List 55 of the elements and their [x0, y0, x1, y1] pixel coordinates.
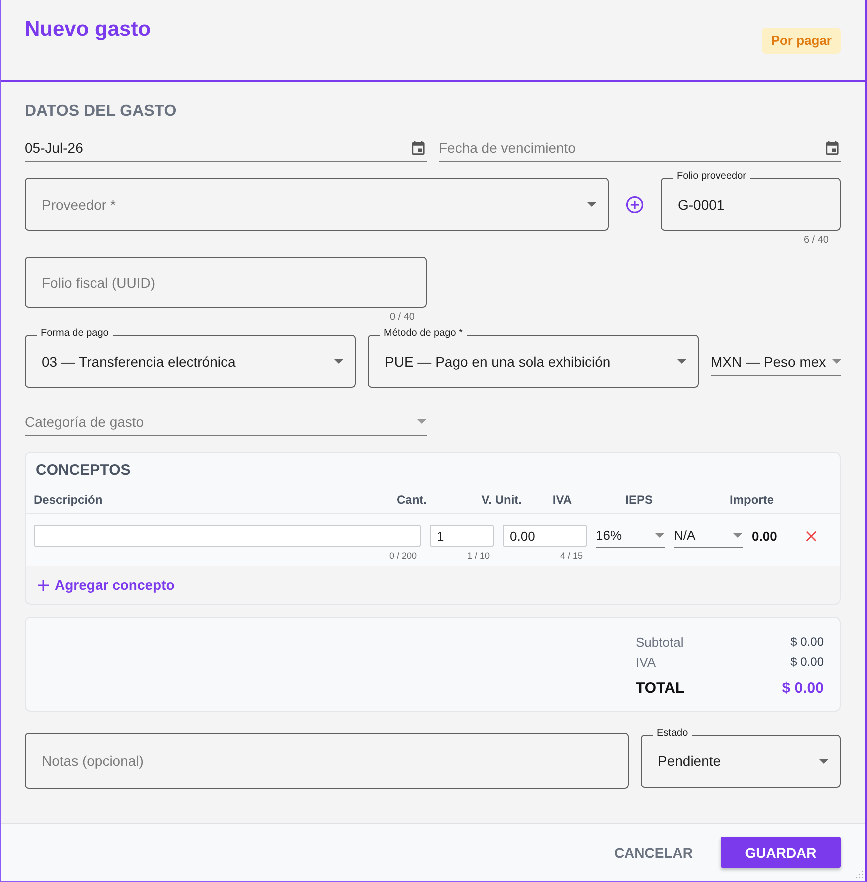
resize-grip-icon[interactable] [856, 871, 864, 879]
save-button[interactable]: GUARDAR [721, 837, 841, 868]
caret-icon [733, 533, 743, 538]
column-header: IEPS [624, 492, 653, 508]
description-input[interactable] [34, 525, 421, 547]
caret-icon [819, 758, 829, 764]
char-counter: 6 / 40 [802, 234, 830, 248]
field-label: Forma de pago [37, 328, 113, 340]
plus-icon [38, 580, 49, 590]
column-header: Importe [728, 492, 774, 508]
caret-icon [832, 359, 842, 364]
total-value: $ 0.00 [790, 655, 824, 669]
notes-field[interactable]: Notas (opcional) [25, 733, 629, 789]
date-field[interactable]: 05-Jul-26 [25, 134, 427, 162]
caret-icon [587, 202, 597, 207]
total-label: Subtotal [636, 634, 684, 650]
add-concept-button[interactable]: Agregar concepto [34, 573, 179, 597]
caret-icon [677, 359, 687, 364]
field-label: Folio proveedor [673, 171, 750, 183]
caret-icon [655, 533, 665, 538]
total-value: $ 0.00 [782, 680, 824, 696]
column-header: Cant. [396, 492, 427, 508]
char-counter: 0 / 40 [388, 311, 416, 325]
total-label: IVA [636, 654, 656, 670]
column-header: IVA [552, 492, 572, 508]
card-title: CONCEPTOS [35, 462, 132, 480]
dialog-title: Nuevo gasto [25, 17, 152, 43]
column-header: Descripción [34, 492, 104, 508]
cancel-button[interactable]: CANCELAR [604, 837, 703, 868]
section-title: DATOS DEL GASTO [25, 102, 178, 122]
column-header: V. Unit. [480, 492, 522, 508]
delete-icon[interactable] [806, 530, 817, 542]
caret-icon [417, 419, 427, 424]
category-select[interactable]: Categoría de gasto [25, 408, 427, 436]
status-badge: Por pagar [762, 28, 841, 54]
currency-select[interactable]: MXN — Peso mex [711, 348, 841, 376]
quantity-input[interactable]: 1 [430, 525, 494, 547]
total-label: TOTAL [636, 680, 685, 696]
ieps-select[interactable]: N/A [674, 524, 743, 548]
calendar-icon[interactable] [412, 140, 425, 154]
char-counter: 0 / 200 [388, 551, 418, 562]
field-label: Estado [653, 728, 692, 740]
iva-select[interactable]: 16% [596, 524, 665, 548]
calendar-icon[interactable] [826, 140, 839, 154]
unit-price-input[interactable]: 0.00 [503, 525, 587, 547]
fiscal-folio-field[interactable]: Folio fiscal (UUID) [25, 257, 427, 308]
total-value: $ 0.00 [790, 635, 824, 649]
char-counter: 4 / 15 [559, 551, 584, 562]
amount-text: 0.00 [752, 528, 778, 544]
caret-icon [334, 359, 344, 364]
char-counter: 1 / 10 [466, 551, 491, 562]
add-icon[interactable] [626, 196, 644, 214]
supplier-select[interactable]: Proveedor * [25, 178, 609, 231]
due-date-field[interactable]: Fecha de vencimiento [439, 134, 841, 162]
field-label: Método de pago * [380, 328, 467, 340]
